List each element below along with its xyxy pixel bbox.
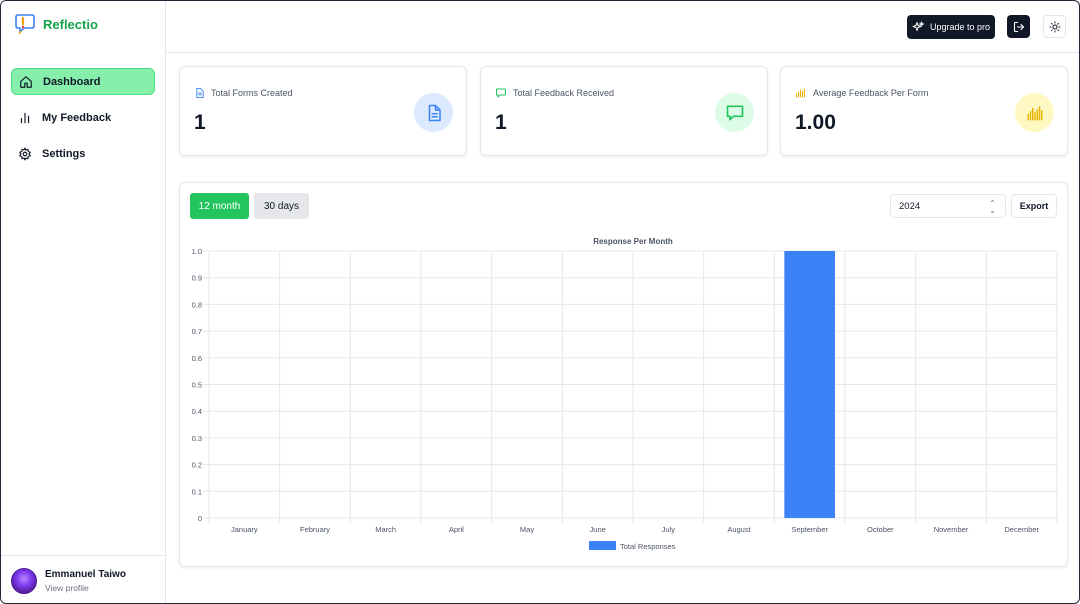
app-name: Reflectio (43, 16, 98, 32)
home-icon (20, 75, 32, 88)
stat-label-row: Total Feedback Received (495, 87, 614, 99)
stat-card-forms: Total Forms Created 1 (179, 66, 467, 156)
logout-icon (1013, 21, 1024, 32)
response-chart: Response Per Month 0 0.1 0.2 0.3 0.4 0.5 0.6 0.7… (192, 237, 1058, 551)
stat-icon-badge (1015, 93, 1054, 132)
y-tick-label: 0.8 (192, 300, 202, 309)
chart-panel: 12 month 30 days 2024 ⌃ ⌄ Export Response… (179, 182, 1068, 567)
x-tick-label: February (300, 525, 330, 534)
logout-button[interactable] (1007, 15, 1030, 38)
y-tick-label: 0.3 (192, 434, 202, 443)
top-bar: Upgrade to pro (166, 1, 1079, 53)
x-tick-label: October (867, 525, 894, 534)
sidebar-nav: Dashboard My Feedback Settings (11, 68, 155, 176)
stat-icon-badge (715, 93, 754, 132)
stat-label: Average Feedback Per Form (813, 88, 929, 98)
sparkles-icon (912, 21, 924, 31)
bar-chart-icon (20, 112, 30, 123)
app-window: Reflectio Dashboard My Feedback Settings… (0, 0, 1080, 604)
stat-value: 1 (495, 111, 507, 134)
year-select[interactable]: 2024 ⌃ ⌄ (890, 194, 1006, 218)
chart-title: Response Per Month (593, 237, 673, 246)
y-tick-label: 0.5 (192, 381, 202, 390)
logo-icon (15, 14, 35, 35)
message-icon (496, 88, 506, 98)
x-tick-label: December (1004, 525, 1039, 534)
tab-30-days[interactable]: 30 days (254, 193, 309, 219)
avatar[interactable] (11, 567, 37, 594)
sun-icon (1049, 21, 1060, 32)
x-tick-label: May (520, 525, 534, 534)
sidebar-item-dashboard[interactable]: Dashboard (11, 68, 155, 95)
x-tick-label: July (662, 525, 676, 534)
stat-label: Total Feedback Received (513, 88, 615, 98)
theme-toggle-button[interactable] (1043, 15, 1066, 38)
y-tick-label: 1.0 (192, 247, 202, 256)
sidebar-item-settings[interactable]: Settings (11, 140, 155, 167)
x-tick-label: November (934, 525, 969, 534)
document-icon (196, 87, 204, 99)
y-tick-label: 0 (198, 514, 202, 523)
bar-chart-icon (1027, 105, 1042, 120)
sidebar-item-label: Dashboard (43, 75, 101, 88)
sidebar-item-label: My Feedback (42, 111, 112, 124)
y-tick-label: 0.1 (192, 487, 202, 496)
stat-icon-badge (414, 93, 453, 132)
stat-label: Total Forms Created (211, 88, 293, 98)
bar-chart-icon (795, 88, 806, 98)
y-tick-label: 0.4 (192, 407, 202, 416)
stat-value: 1 (194, 111, 206, 134)
sidebar-item-my-feedback[interactable]: My Feedback (11, 104, 155, 131)
upgrade-label: Upgrade to pro (929, 22, 991, 32)
stat-card-feedback: Total Feedback Received 1 (480, 66, 768, 156)
x-tick-label: January (231, 525, 258, 534)
message-icon (726, 105, 743, 120)
stat-value: 1.00 (795, 111, 836, 134)
y-tick-label: 0.2 (192, 461, 202, 470)
profile-text: Emmanuel Taiwo View profile (45, 569, 126, 593)
document-icon (428, 104, 441, 121)
year-value: 2024 (899, 200, 921, 212)
export-button[interactable]: Export (1011, 194, 1057, 218)
x-tick-label: April (449, 525, 464, 534)
stat-card-average: Average Feedback Per Form 1.00 (780, 66, 1068, 156)
y-tick-label: 0.9 (192, 274, 202, 283)
gear-icon (19, 147, 31, 160)
y-tick-label: 0.7 (192, 327, 202, 336)
x-tick-label: June (590, 525, 606, 534)
x-tick-label: August (727, 525, 751, 534)
user-profile[interactable]: Emmanuel Taiwo View profile (1, 555, 166, 603)
x-tick-label: September (791, 525, 828, 534)
tab-12-month[interactable]: 12 month (190, 193, 249, 219)
y-tick-label: 0.6 (192, 354, 202, 363)
profile-name: Emmanuel Taiwo (45, 568, 126, 580)
sidebar-item-label: Settings (42, 147, 86, 160)
upgrade-button[interactable]: Upgrade to pro (907, 15, 995, 39)
sidebar: Reflectio Dashboard My Feedback Settings… (1, 1, 166, 603)
bar-september (784, 251, 835, 518)
legend-swatch (589, 541, 616, 550)
view-profile-link[interactable]: View profile (45, 583, 126, 593)
stat-label-row: Average Feedback Per Form (795, 87, 928, 99)
chevron-updown-icon: ⌃ ⌄ (989, 199, 996, 215)
legend-label: Total Responses (620, 542, 676, 551)
stat-label-row: Total Forms Created (194, 87, 293, 99)
x-tick-label: March (375, 525, 396, 534)
brand[interactable]: Reflectio (15, 13, 98, 35)
